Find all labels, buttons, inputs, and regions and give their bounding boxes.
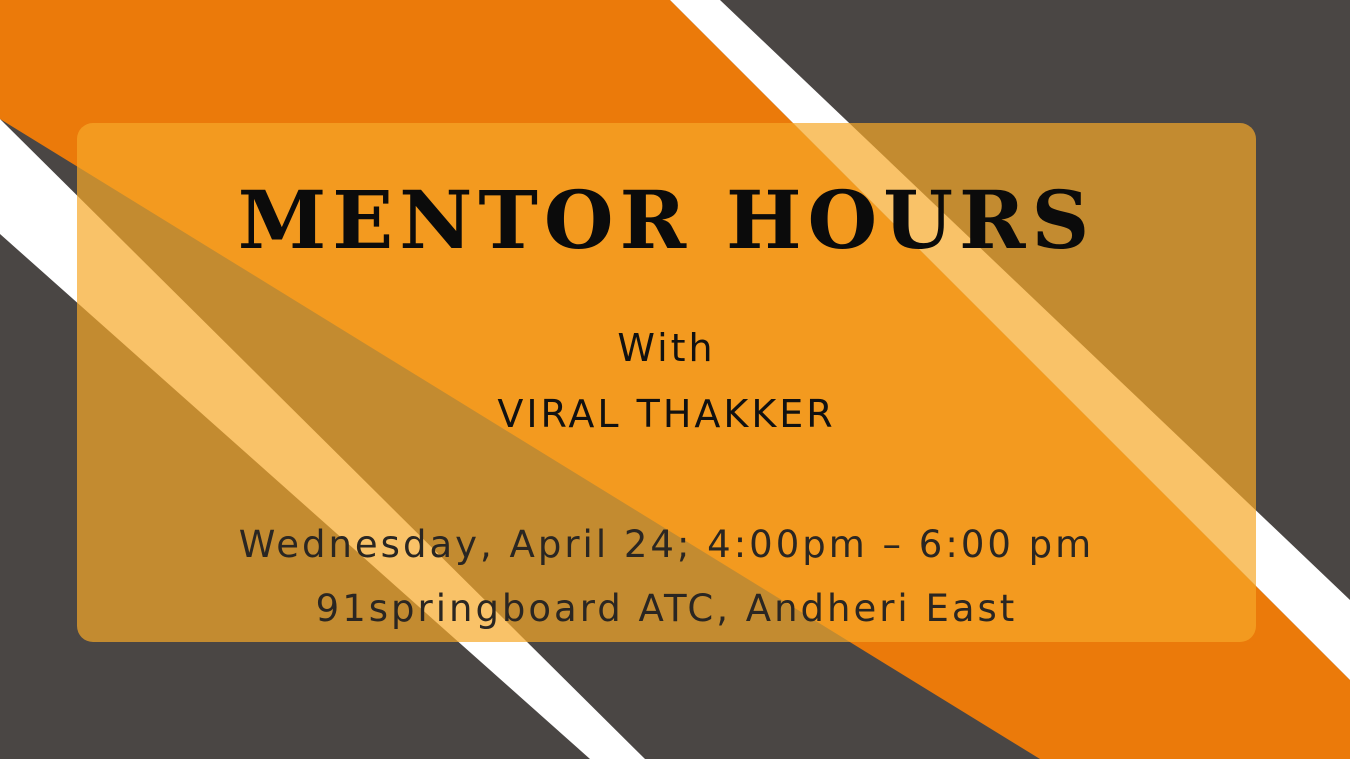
poster: MENTOR HOURS With VIRAL THAKKER Wednesda… <box>0 0 1350 759</box>
event-title: MENTOR HOURS <box>237 173 1096 267</box>
event-date-time: Wednesday, April 24; 4:00pm – 6:00 pm <box>238 523 1095 566</box>
event-venue: 91springboard ATC, Andheri East <box>315 587 1018 630</box>
mentor-name: VIRAL THAKKER <box>497 392 836 436</box>
with-label: With <box>617 326 716 370</box>
